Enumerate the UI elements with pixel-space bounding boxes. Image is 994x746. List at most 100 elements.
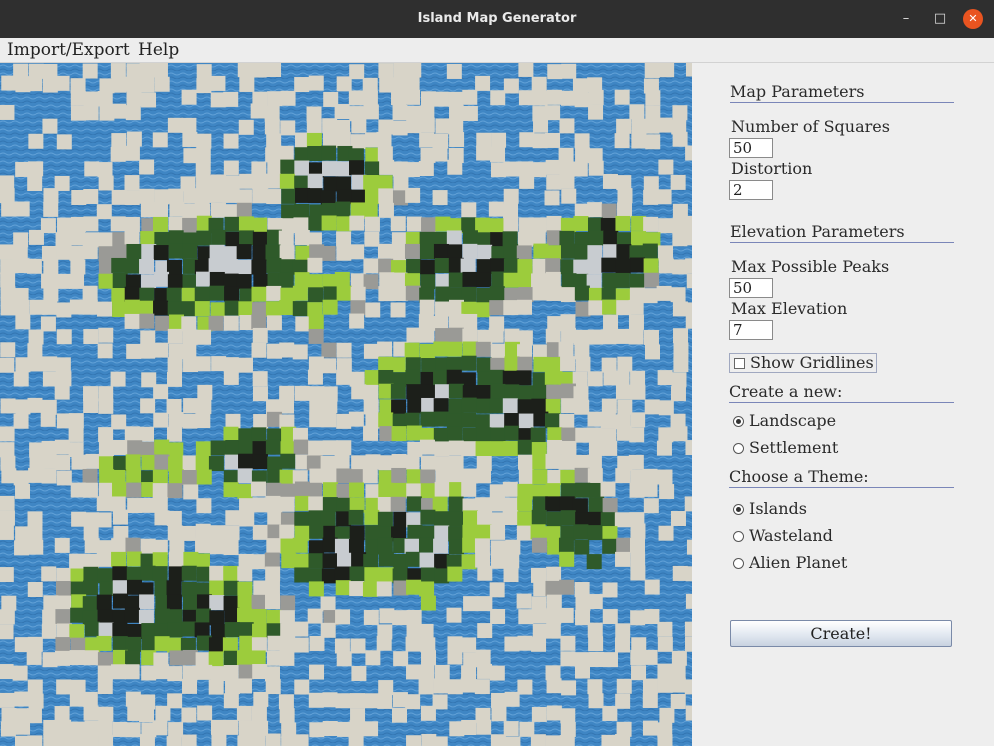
- terrain-tile: [336, 369, 352, 385]
- terrain-tile: [588, 160, 604, 176]
- terrain-tile: [195, 455, 211, 471]
- radio-selected-icon[interactable]: [733, 504, 744, 515]
- terrain-tile: [559, 230, 575, 246]
- radio-landscape[interactable]: Landscape: [733, 411, 933, 432]
- terrain-tile: [56, 302, 72, 318]
- map-canvas[interactable]: [0, 63, 692, 746]
- terrain-tile: [28, 467, 44, 483]
- menu-help[interactable]: Help: [138, 40, 179, 60]
- terrain-tile: [363, 384, 379, 400]
- terrain-tile: [183, 398, 199, 414]
- terrain-tile: [448, 313, 464, 329]
- terrain-tile: [55, 455, 71, 471]
- terrain-tile: [574, 467, 590, 483]
- terrain-tile: [96, 512, 112, 528]
- terrain-tile: [461, 397, 477, 413]
- terrain-tile: [533, 117, 549, 133]
- terrain-tile: [112, 509, 128, 525]
- close-icon[interactable]: ✕: [963, 9, 983, 29]
- terrain-tile: [1, 595, 17, 611]
- terrain-tile: [266, 285, 282, 301]
- terrain-tile: [476, 427, 492, 443]
- terrain-tile: [365, 484, 381, 500]
- terrain-tile: [390, 383, 406, 399]
- terrain-tile: [588, 440, 604, 456]
- show-gridlines-checkbox[interactable]: Show Gridlines: [729, 353, 877, 373]
- terrain-tile: [224, 454, 240, 470]
- terrain-tile: [685, 258, 692, 274]
- minimize-icon[interactable]: –: [896, 9, 916, 29]
- terrain-tile: [434, 481, 450, 497]
- terrain-tile: [55, 609, 71, 625]
- terrain-tile: [238, 301, 254, 317]
- max-peaks-input[interactable]: [729, 278, 773, 298]
- terrain-tile: [420, 411, 436, 427]
- maximize-icon[interactable]: □: [930, 9, 950, 29]
- terrain-tile: [643, 329, 659, 345]
- terrain-tile: [111, 189, 127, 205]
- terrain-tile: [265, 594, 281, 610]
- terrain-tile: [503, 300, 519, 316]
- radio-islands[interactable]: Islands: [733, 499, 933, 520]
- terrain-tile: [518, 63, 534, 77]
- terrain-tile: [448, 455, 464, 471]
- terrain-tile: [448, 398, 464, 414]
- terrain-tile: [265, 733, 281, 746]
- terrain-tile: [194, 622, 210, 638]
- terrain-tile: [462, 313, 478, 329]
- terrain-tile: [140, 398, 156, 414]
- terrain-tile: [111, 414, 127, 430]
- terrain-tile: [139, 77, 155, 93]
- terrain-tile: [196, 469, 212, 485]
- checkbox-icon[interactable]: [734, 358, 745, 369]
- number-of-squares-input[interactable]: [729, 138, 773, 158]
- terrain-tile: [600, 481, 616, 497]
- terrain-tile: [223, 160, 239, 176]
- terrain-tile: [195, 147, 211, 163]
- terrain-tile: [574, 399, 590, 415]
- terrain-tile: [0, 244, 14, 260]
- radio-unselected-icon[interactable]: [733, 531, 744, 542]
- terrain-tile: [419, 132, 435, 148]
- terrain-tile: [279, 610, 295, 626]
- terrain-tile: [461, 355, 477, 371]
- terrain-tile: [631, 133, 647, 149]
- distortion-input[interactable]: [729, 180, 773, 200]
- terrain-tile: [141, 665, 157, 681]
- terrain-tile: [27, 176, 43, 192]
- terrain-tile: [264, 666, 280, 682]
- terrain-tile: [376, 581, 392, 597]
- terrain-tile: [448, 496, 464, 512]
- terrain-tile: [99, 581, 115, 597]
- create-button[interactable]: Create!: [730, 620, 952, 647]
- terrain-tile: [0, 442, 15, 458]
- terrain-tile: [560, 469, 576, 485]
- terrain-tile: [518, 385, 534, 401]
- radio-unselected-icon[interactable]: [733, 443, 744, 454]
- radio-settlement[interactable]: Settlement: [733, 438, 933, 459]
- radio-unselected-icon[interactable]: [733, 558, 744, 569]
- terrain-tile: [98, 551, 114, 567]
- terrain-tile: [447, 341, 463, 357]
- terrain-tile: [489, 665, 505, 681]
- terrain-tile: [490, 609, 506, 625]
- terrain-tile: [390, 302, 406, 318]
- radio-wasteland[interactable]: Wasteland: [733, 526, 933, 547]
- radio-selected-icon[interactable]: [733, 416, 744, 427]
- terrain-tile: [307, 274, 323, 290]
- menu-import-export[interactable]: Import/Export: [7, 40, 130, 60]
- terrain-tile: [672, 105, 688, 121]
- terrain-tile: [239, 173, 255, 189]
- radio-alien-planet[interactable]: Alien Planet: [733, 553, 933, 574]
- terrain-tile: [124, 258, 140, 274]
- terrain-tile: [364, 216, 380, 232]
- terrain-tile: [208, 258, 224, 274]
- terrain-tile: [602, 498, 618, 514]
- terrain-tile: [56, 719, 72, 735]
- terrain-tile: [558, 341, 574, 357]
- terrain-tile: [587, 245, 603, 261]
- max-elevation-input[interactable]: [729, 320, 773, 340]
- terrain-tile: [111, 77, 127, 93]
- terrain-tile: [336, 245, 352, 261]
- terrain-tile: [379, 159, 395, 175]
